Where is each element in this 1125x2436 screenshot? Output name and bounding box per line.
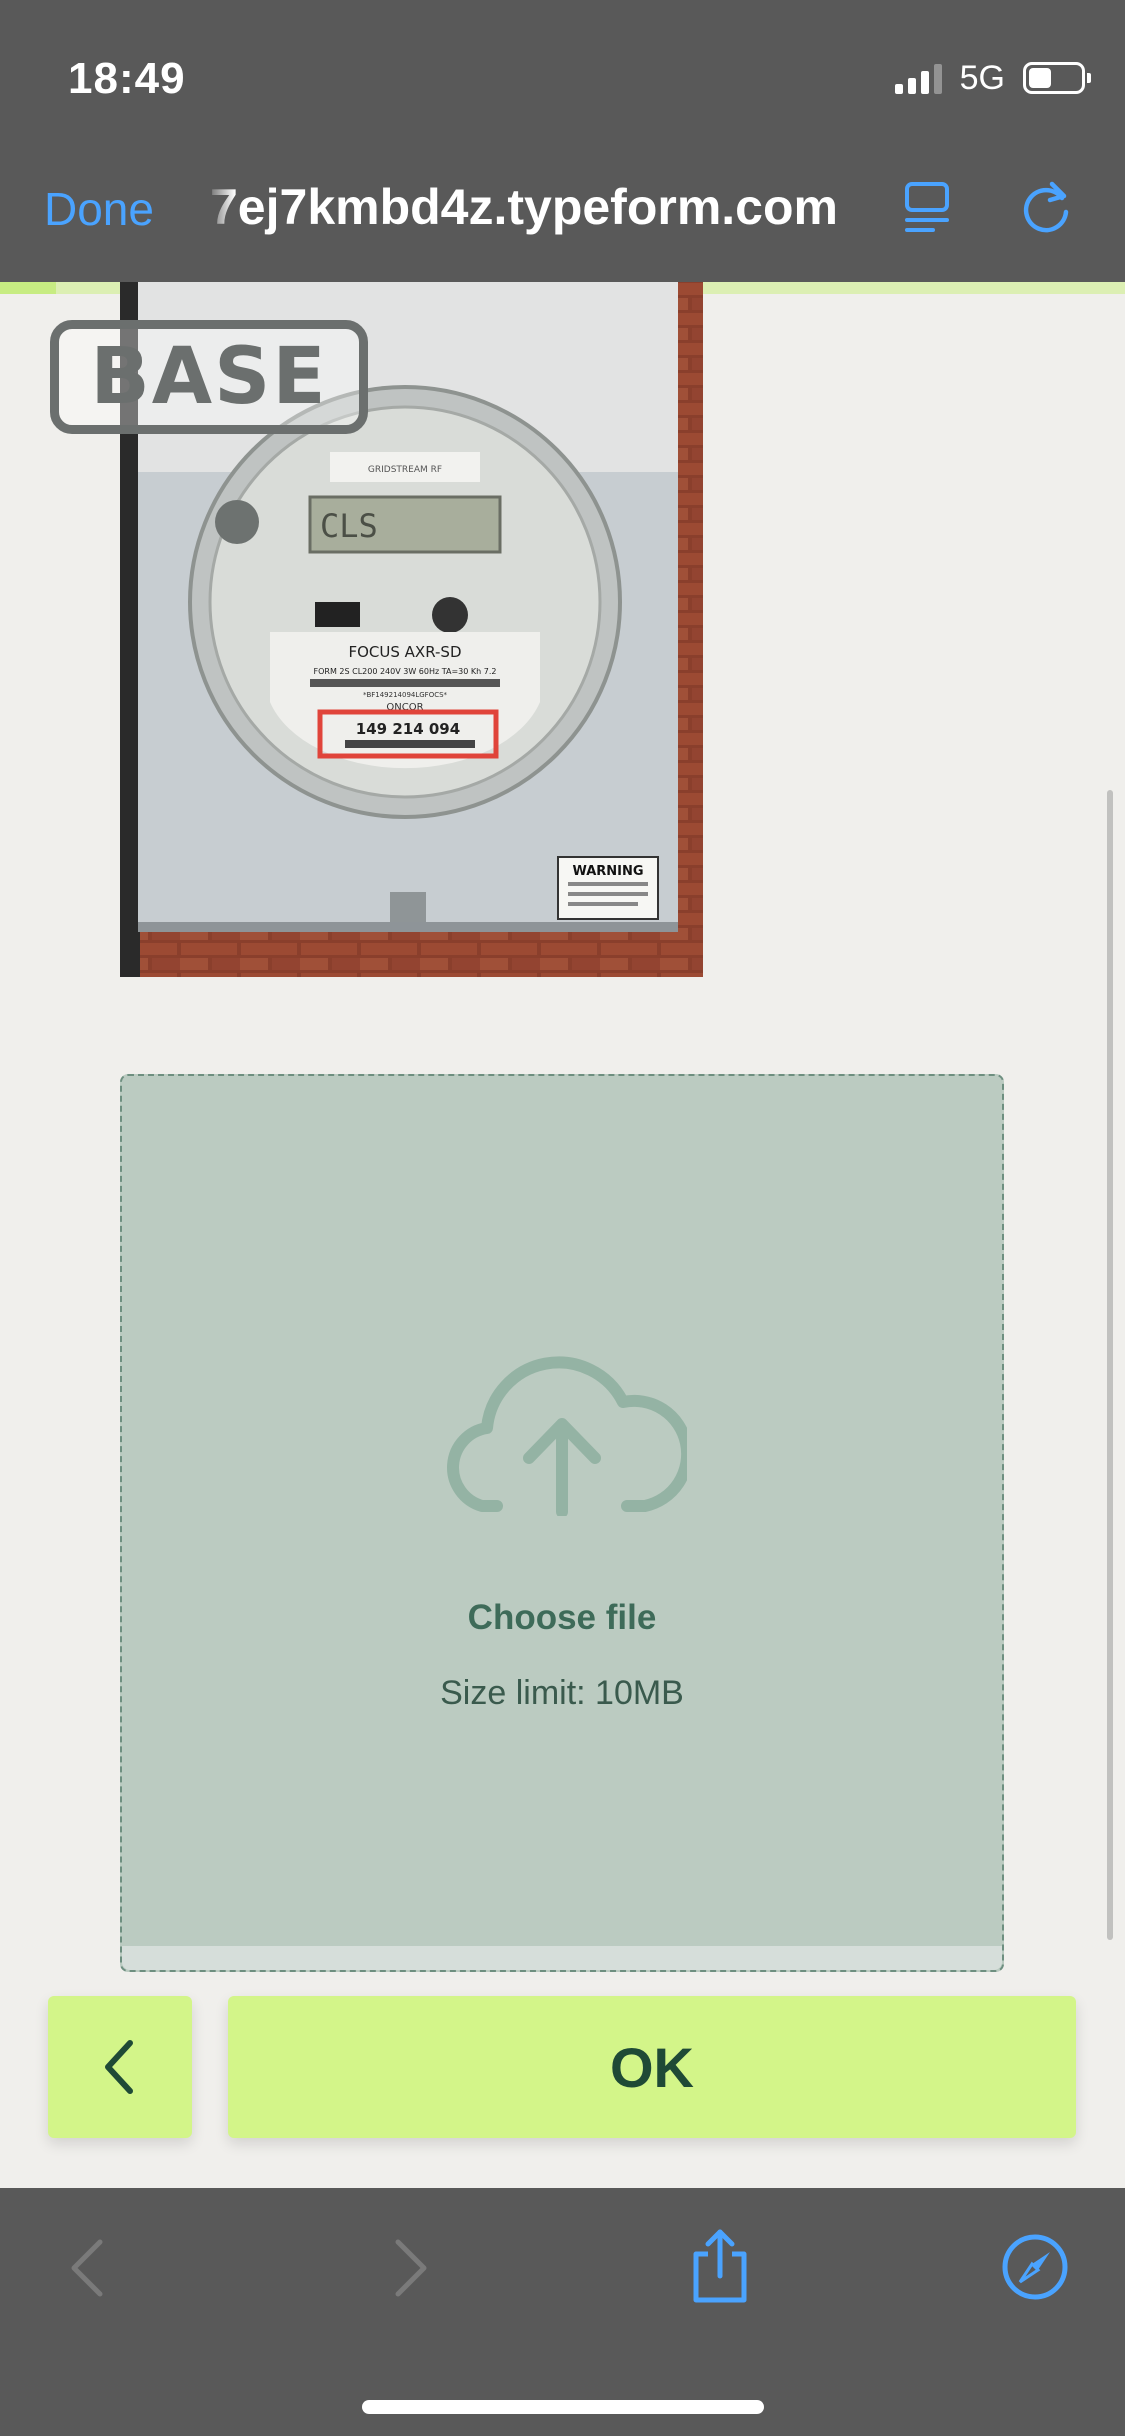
forward-arrow-icon[interactable] [386, 2236, 436, 2300]
logo-text: BASE [90, 332, 328, 422]
meter-number: 149 214 094 [356, 720, 460, 738]
home-indicator[interactable] [362, 2400, 764, 2414]
meter-barcode-text: *BF149214094LGFOCS* [363, 691, 448, 699]
cloud-upload-icon [447, 1356, 687, 1516]
meter-warning: WARNING [572, 864, 643, 879]
share-icon[interactable] [688, 2226, 752, 2306]
done-button[interactable]: Done [44, 182, 154, 236]
reload-icon[interactable] [1018, 178, 1074, 236]
meter-spec: FORM 2S CL200 240V 3W 60Hz TA=30 Kh 7.2 [314, 667, 497, 676]
network-label: 5G [959, 58, 1005, 97]
meter-brand: FOCUS AXR-SD [348, 643, 461, 661]
url-fade [205, 178, 235, 238]
meter-display-text: CLS [320, 507, 378, 545]
signal-icon [894, 62, 942, 94]
file-upload-dropzone[interactable]: Choose file Size limit: 10MB [120, 1074, 1004, 1972]
size-limit-text: Size limit: 10MB [440, 1674, 684, 1712]
back-arrow-icon[interactable] [62, 2236, 112, 2300]
ok-button[interactable]: OK [228, 1996, 1076, 2138]
previous-button[interactable] [48, 1996, 192, 2138]
browser-toolbar [0, 2188, 1125, 2436]
url-display[interactable]: 7ej7kmbd4z.typeform.com [210, 178, 850, 236]
brand-logo: BASE [50, 320, 368, 434]
reader-icon[interactable] [903, 180, 951, 234]
scroll-indicator[interactable] [1107, 790, 1113, 1940]
svg-text:GRIDSTREAM RF: GRIDSTREAM RF [368, 465, 442, 475]
compass-icon[interactable] [1000, 2232, 1070, 2302]
choose-file-link[interactable]: Choose file [122, 1598, 1002, 1638]
status-indicators: 5G [894, 58, 1091, 98]
dropzone-footer [122, 1946, 1002, 1970]
browser-header: 18:49 5G Done 7ej7kmbd4z.typeform.com [0, 0, 1125, 282]
status-time: 18:49 [68, 54, 186, 103]
battery-icon [1023, 62, 1091, 94]
chevron-left-icon [105, 2040, 133, 2094]
progress-fill [0, 282, 57, 294]
